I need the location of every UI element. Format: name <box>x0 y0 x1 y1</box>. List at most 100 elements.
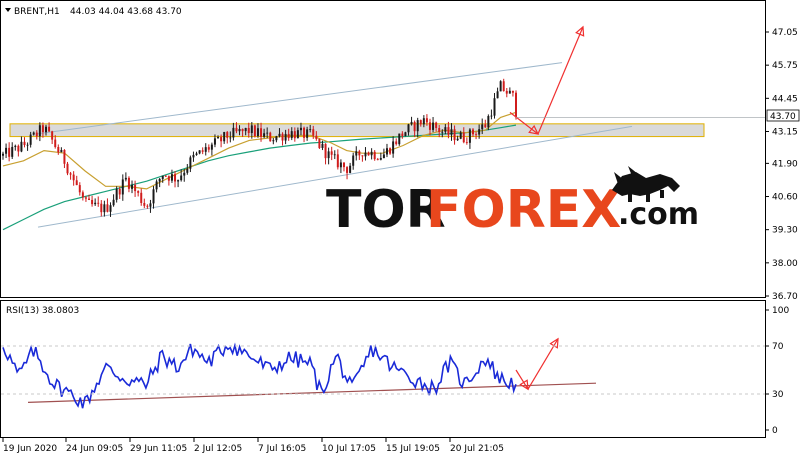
price-tick-label: 43.15 <box>772 127 798 137</box>
candle-body <box>8 147 11 157</box>
candle-body <box>367 152 370 156</box>
candle-body <box>88 198 91 200</box>
candle-body <box>370 151 373 156</box>
candle-body <box>278 133 281 137</box>
candle-body <box>29 134 32 145</box>
candle-body <box>75 180 78 186</box>
candle-body <box>54 139 57 148</box>
time-tick-label: 20 Jul 21:05 <box>450 444 504 454</box>
candle-body <box>395 141 398 145</box>
candle-body <box>250 125 253 134</box>
candle-body <box>502 81 505 91</box>
candle-body <box>161 175 164 179</box>
rsi-panel <box>0 300 766 438</box>
candle-body <box>26 144 29 146</box>
candle-body <box>293 131 296 139</box>
candle-body <box>35 132 38 137</box>
candle-body <box>32 132 35 135</box>
candle-body <box>256 128 259 137</box>
candle-body <box>112 199 115 206</box>
price-tick-label: 40.60 <box>772 193 798 203</box>
candle-body <box>336 154 339 168</box>
candle-body <box>303 127 306 138</box>
candle-body <box>496 91 499 99</box>
candle-body <box>364 152 367 157</box>
candle-body <box>155 181 158 190</box>
candle-body <box>263 133 266 137</box>
candle-body <box>515 92 517 118</box>
chart-header: BRENT,H1 44.03 44.04 43.68 43.70 <box>5 7 182 17</box>
candle-body <box>232 127 235 138</box>
candle-body <box>100 203 103 213</box>
candle-body <box>220 137 223 142</box>
candle-body <box>170 174 173 181</box>
candle-body <box>398 133 401 145</box>
candle-body <box>180 175 183 181</box>
support-zone <box>9 123 705 138</box>
ohlc-values: 44.03 44.04 43.68 43.70 <box>70 7 182 17</box>
candle-body <box>124 177 127 180</box>
candle-body <box>321 143 324 148</box>
candle-body <box>385 148 388 155</box>
candle-body <box>97 202 100 204</box>
candle-body <box>346 167 349 173</box>
rsi-tick-label: 70 <box>772 342 784 352</box>
time-tick-label: 29 Jun 11:05 <box>130 444 187 454</box>
candle-body <box>330 151 333 155</box>
candle-body <box>413 121 416 132</box>
candle-body <box>174 174 177 182</box>
candle-body <box>189 157 192 169</box>
candle-body <box>419 120 422 125</box>
candle-body <box>324 143 327 159</box>
candle-body <box>422 118 425 125</box>
candle-body <box>382 154 385 159</box>
candle-body <box>66 163 69 174</box>
candle-body <box>164 175 167 177</box>
candle-body <box>5 147 8 154</box>
candle-body <box>229 137 232 139</box>
candle-body <box>404 132 407 137</box>
watermark-forex: FOREX <box>426 180 621 240</box>
candle-body <box>106 204 109 212</box>
candle-body <box>167 176 170 181</box>
candle-body <box>290 131 293 139</box>
candle-body <box>392 141 395 154</box>
candle-body <box>247 127 250 134</box>
candle-body <box>140 192 143 203</box>
candle-body <box>152 189 155 204</box>
time-tick-label: 24 Jun 09:05 <box>66 444 123 454</box>
candle-body <box>81 192 84 198</box>
candle-body <box>11 146 14 157</box>
candle-body <box>118 188 121 195</box>
time-tick-label: 15 Jul 19:05 <box>386 444 440 454</box>
candle-body <box>17 145 20 152</box>
candle-body <box>361 155 364 157</box>
time-tick-label: 19 Jun 2020 <box>3 444 57 454</box>
candle-body <box>158 178 161 182</box>
candle-body <box>481 124 484 130</box>
candle-body <box>349 165 352 173</box>
candle-body <box>69 173 72 175</box>
candle-body <box>14 145 17 147</box>
trading-chart: TOR FOREX .com 47.0545.7544.4543.1541.90… <box>0 0 800 454</box>
candle-body <box>487 116 490 128</box>
current-price-tag: 43.70 <box>766 109 800 122</box>
candle-body <box>456 138 459 141</box>
candle-body <box>471 129 474 135</box>
candle-body <box>134 184 137 192</box>
candle-body <box>389 148 392 154</box>
symbol-label: BRENT,H1 <box>14 7 60 17</box>
candle-body <box>379 158 382 160</box>
candle-body <box>376 159 379 160</box>
candle-body <box>272 140 275 142</box>
price-tick-label: 39.30 <box>772 226 798 236</box>
candle-body <box>57 147 60 153</box>
price-tick-label: 47.05 <box>772 28 798 38</box>
candle-body <box>511 90 514 93</box>
candle-body <box>210 144 213 150</box>
candle-body <box>407 124 410 133</box>
candle-body <box>149 203 152 207</box>
candle-body <box>309 129 312 131</box>
time-tick-label: 2 Jul 12:05 <box>194 444 242 454</box>
candle-body <box>410 121 413 125</box>
